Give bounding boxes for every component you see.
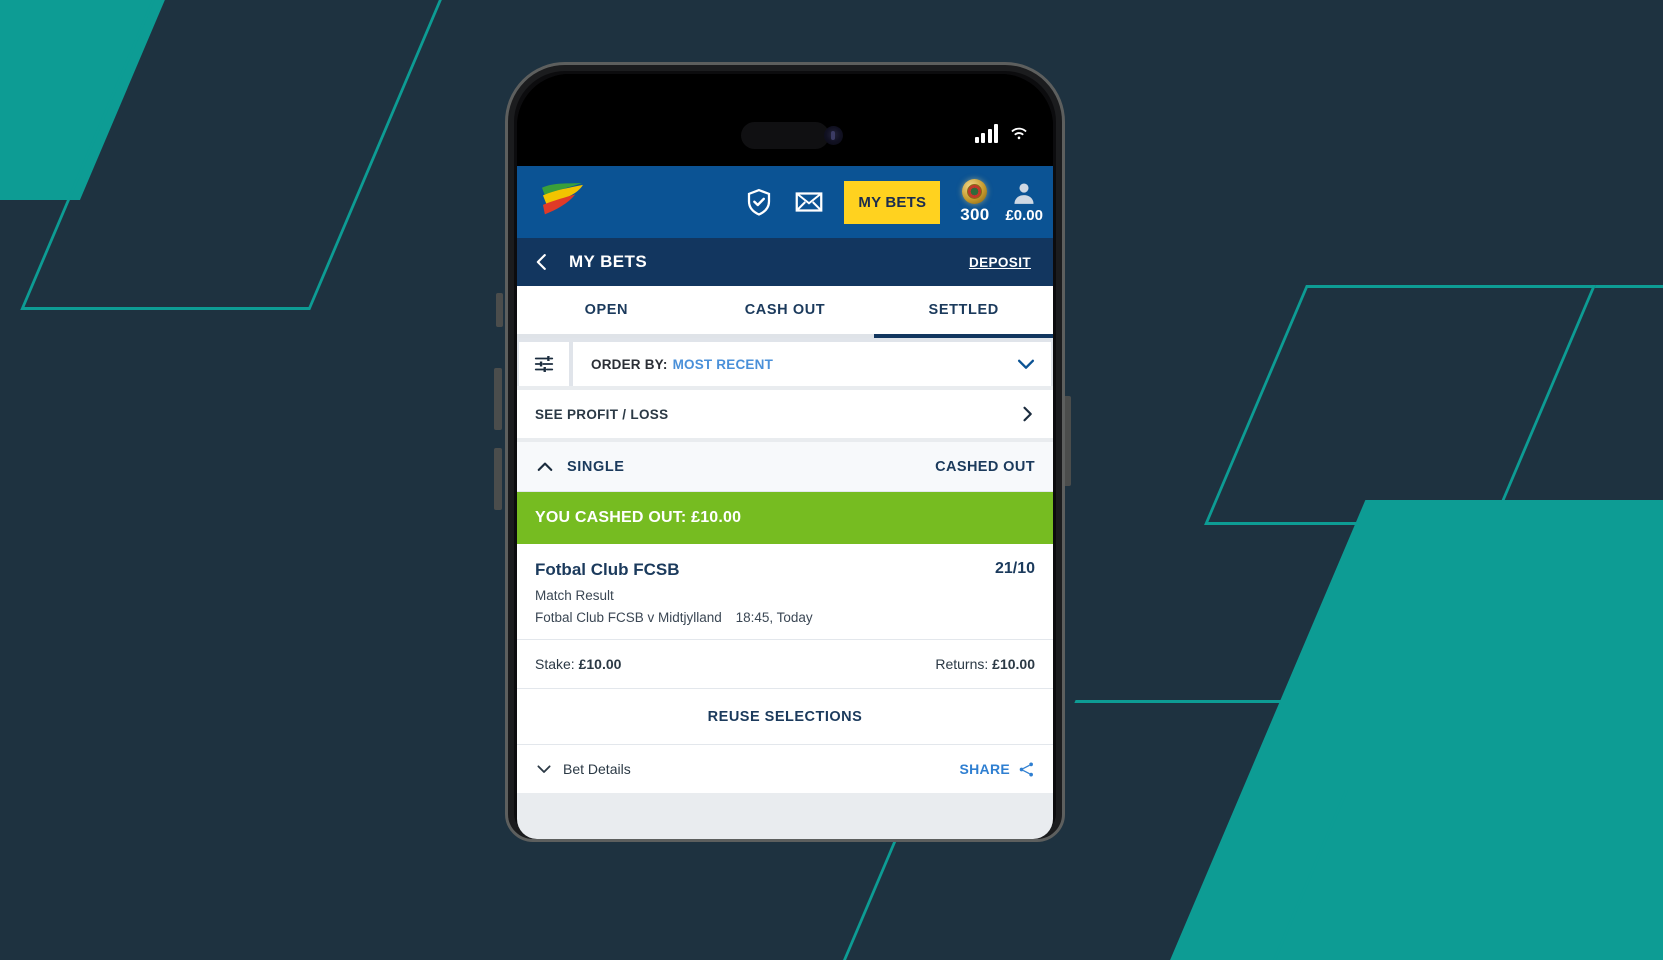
coin-value: 300 [960, 205, 990, 224]
deco-parallelogram-right-outline [1204, 285, 1596, 525]
chevron-up-icon [537, 462, 553, 471]
bet-details-row: Bet Details SHARE [517, 745, 1053, 793]
deco-parallelogram-top-left-outline [20, 0, 510, 310]
selection-odds: 21/10 [994, 560, 1035, 577]
returns-label: Returns: [935, 656, 989, 672]
share-button[interactable]: SHARE [959, 761, 1035, 778]
user-avatar-icon [1014, 183, 1034, 204]
phone-volume-up-button [494, 368, 502, 430]
phone-display: MY BETS 300 £0.00 MY BETS DEPOSIT OPEN C… [517, 74, 1053, 839]
order-by-value: MOST RECENT [672, 356, 774, 372]
cellular-signal-icon [974, 124, 998, 143]
deco-parallelogram-right-outline-2 [1494, 285, 1663, 525]
selection-event-name: Fotbal Club FCSB v Midtjylland [535, 610, 722, 625]
reuse-selections-label: REUSE SELECTIONS [707, 708, 863, 725]
selection-market: Match Result [535, 588, 614, 603]
deco-line-bottom-center [1074, 700, 1663, 703]
returns-group: Returns: £10.00 [935, 656, 1035, 672]
my-bets-button[interactable]: MY BETS [844, 180, 941, 224]
account-balance[interactable]: £0.00 [1005, 180, 1043, 224]
shield-check-icon[interactable] [744, 187, 774, 217]
tab-settled[interactable]: SETTLED [874, 286, 1053, 338]
sliders-filter-icon [534, 356, 554, 372]
stake-value: £10.00 [578, 656, 622, 672]
header-icon-group [744, 187, 824, 217]
chevron-down-icon[interactable] [535, 760, 553, 778]
phone-volume-down-button [494, 448, 502, 510]
wifi-icon [1011, 127, 1027, 140]
order-by-dropdown[interactable]: ORDER BY: MOST RECENT [573, 342, 1051, 386]
stake-returns-row: Stake: £10.00 Returns: £10.00 [517, 640, 1053, 689]
see-profit-loss-label: SEE PROFIT / LOSS [535, 406, 669, 422]
bet-card-header[interactable]: SINGLE CASHED OUT [517, 442, 1053, 492]
selection-top-row: Fotbal Club FCSB 21/10 [535, 560, 1035, 580]
flag-logo-icon[interactable] [539, 182, 585, 222]
bet-status-badge: CASHED OUT [935, 458, 1035, 475]
stake-group: Stake: £10.00 [535, 656, 621, 672]
tab-cash-out[interactable]: CASH OUT [695, 286, 875, 338]
page-title: MY BETS [569, 252, 648, 271]
see-profit-loss-row[interactable]: SEE PROFIT / LOSS [517, 390, 1053, 438]
bet-type-label: SINGLE [567, 458, 625, 475]
front-camera-icon [824, 126, 843, 145]
phone-mockup: MY BETS 300 £0.00 MY BETS DEPOSIT OPEN C… [505, 62, 1065, 842]
stake-label: Stake: [535, 656, 575, 672]
reuse-selections-button[interactable]: REUSE SELECTIONS [517, 689, 1053, 745]
returns-value: £10.00 [992, 656, 1035, 672]
share-icon [1019, 762, 1033, 776]
chevron-right-icon [1023, 406, 1032, 422]
dynamic-island [741, 122, 829, 149]
app-screen: MY BETS 300 £0.00 MY BETS DEPOSIT OPEN C… [517, 166, 1053, 839]
filter-button[interactable] [519, 342, 569, 386]
envelope-icon[interactable] [794, 187, 824, 217]
selection-event-time: 18:45, Today [735, 610, 813, 625]
phone-mute-switch [496, 293, 503, 327]
status-bar-indicators [974, 124, 1032, 143]
bet-card: SINGLE CASHED OUT YOU CASHED OUT: £10.00… [517, 442, 1053, 793]
loyalty-points[interactable]: 300 [960, 179, 989, 225]
balance-amount: £0.00 [1005, 207, 1043, 224]
deco-parallelogram-right-filled [1144, 500, 1663, 960]
app-header: MY BETS 300 £0.00 [517, 166, 1053, 238]
cashed-out-banner: YOU CASHED OUT: £10.00 [517, 492, 1053, 544]
status-bar [517, 74, 1053, 166]
bet-selection: Fotbal Club FCSB 21/10 Match Result Fotb… [517, 544, 1053, 640]
page-sub-header: MY BETS DEPOSIT [517, 238, 1053, 286]
deposit-link[interactable]: DEPOSIT [969, 255, 1031, 270]
selection-name: Fotbal Club FCSB [535, 560, 680, 579]
deco-line-bottom-right [1234, 790, 1546, 960]
bet-details-label[interactable]: Bet Details [563, 761, 631, 777]
selection-event: Fotbal Club FCSB v Midtjylland 18:45, To… [535, 610, 1035, 625]
chevron-left-icon[interactable] [531, 251, 553, 273]
bets-tab-bar: OPEN CASH OUT SETTLED [517, 286, 1053, 338]
share-label: SHARE [959, 761, 1010, 777]
chevron-down-icon [1017, 359, 1035, 369]
order-by-label: ORDER BY: [591, 356, 668, 372]
deco-parallelogram-top-left-filled [0, 0, 221, 200]
filter-bar: ORDER BY: MOST RECENT [517, 338, 1053, 386]
tab-open[interactable]: OPEN [517, 286, 696, 338]
coin-icon [962, 179, 988, 204]
